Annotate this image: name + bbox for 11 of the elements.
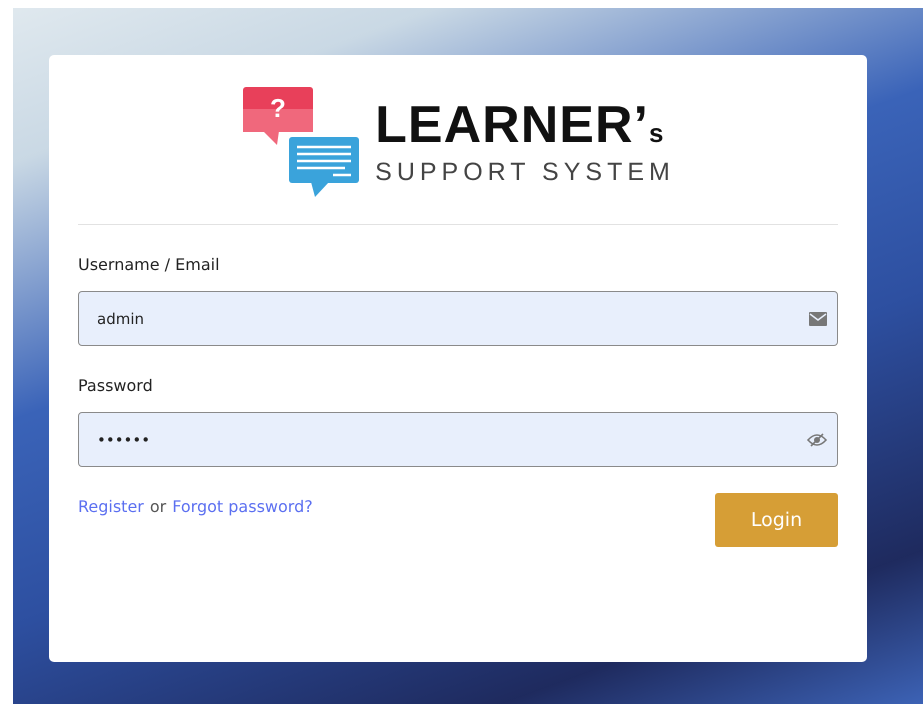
forgot-password-link[interactable]: Forgot password? — [172, 497, 313, 516]
username-field[interactable]: admin — [78, 291, 838, 346]
logo-subtitle: SUPPORT SYSTEM — [375, 158, 675, 186]
login-button[interactable]: Login — [715, 493, 838, 547]
password-field[interactable]: •••••• — [78, 412, 838, 467]
envelope-icon — [809, 312, 827, 326]
field-label: Username / Email — [78, 255, 221, 274]
separator-text: or — [150, 497, 166, 516]
field-label: Password — [78, 376, 154, 395]
register-link[interactable]: Register — [78, 497, 144, 516]
hidden-eye-icon[interactable] — [807, 432, 827, 446]
